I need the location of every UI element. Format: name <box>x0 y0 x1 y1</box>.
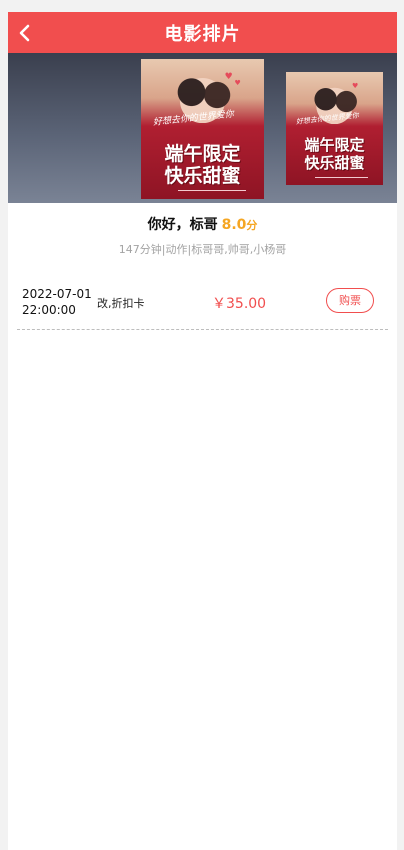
chevron-left-icon <box>19 24 30 42</box>
movie-score: 8.0 <box>221 217 247 233</box>
poster-divider <box>177 189 246 191</box>
schedule-date: 2022-07-01 <box>22 287 92 301</box>
app-container: 电影排片 ♥ ♥ 好想去你的世界爱你 端午限定 快乐甜蜜 ♥ 好想去你的世界爱你… <box>8 12 397 850</box>
schedule-datetime: 2022-07-01 22:00:00 <box>22 286 94 318</box>
poster-subheadline: 快乐甜蜜 <box>304 154 365 173</box>
heart-icon: ♥ <box>234 78 241 87</box>
movie-poster[interactable]: ♥ ♥ 好想去你的世界爱你 端午限定 快乐甜蜜 <box>141 59 264 199</box>
movie-score-unit: 分 <box>246 219 258 232</box>
schedule-time: 22:00:00 <box>22 303 76 317</box>
poster-divider <box>315 177 369 179</box>
schedule-type: 改,折扣卡 <box>97 297 145 310</box>
heart-icon: ♥ <box>351 82 359 91</box>
movie-title-row: 你好，标哥 8.0分 <box>8 214 397 234</box>
nav-header: 电影排片 <box>8 12 397 53</box>
poster-subheadline: 快乐甜蜜 <box>164 165 241 188</box>
buy-ticket-button[interactable]: 购票 <box>326 288 374 313</box>
back-button[interactable] <box>16 23 36 43</box>
movie-meta: 147分钟|动作|标哥哥,帅哥,小杨哥 <box>118 243 287 256</box>
movie-title: 你好，标哥 <box>147 217 218 233</box>
heart-icon: ♥ <box>224 71 233 82</box>
movie-info: 你好，标哥 8.0分 147分钟|动作|标哥哥,帅哥,小杨哥 <box>8 203 397 257</box>
page-title: 电影排片 <box>164 23 241 45</box>
movie-banner: ♥ ♥ 好想去你的世界爱你 端午限定 快乐甜蜜 ♥ 好想去你的世界爱你 端午限定… <box>8 53 397 203</box>
schedule-row: 2022-07-01 22:00:00 改,折扣卡 ￥35.00 购票 <box>17 271 388 330</box>
schedule-price: ￥35.00 <box>212 296 267 312</box>
movie-poster-secondary[interactable]: ♥ 好想去你的世界爱你 端午限定 快乐甜蜜 <box>286 72 383 185</box>
